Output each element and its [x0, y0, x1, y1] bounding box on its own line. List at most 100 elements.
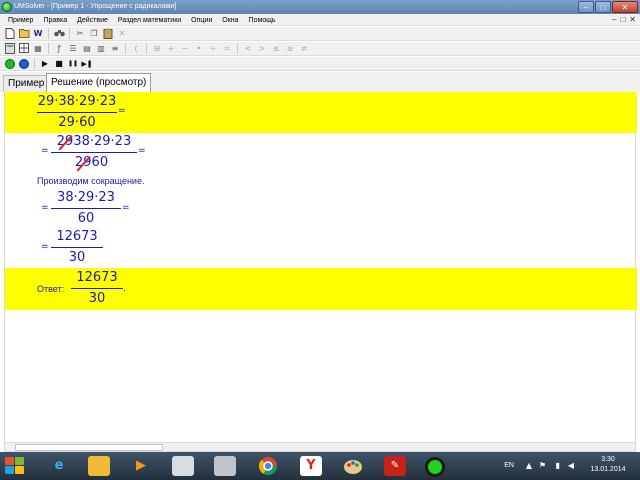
divide-button[interactable]: ÷ [207, 43, 219, 55]
new-doc-icon[interactable] [4, 27, 16, 40]
step3-numerator: 38·29·23 [57, 190, 115, 205]
maximize-button[interactable]: □ [595, 1, 611, 13]
step1-equals: = [118, 106, 126, 116]
step4-equals: = [41, 242, 49, 252]
solution-view: 29·38·29·23 29·60 = = 2938·29·23 2960 = … [4, 92, 637, 442]
menu-action[interactable]: Действие [77, 16, 108, 25]
less-button[interactable]: < [242, 43, 254, 55]
step4-denominator: 30 [68, 250, 86, 265]
tab-example[interactable]: Пример [3, 75, 50, 92]
answer-numerator: 12673 [76, 270, 118, 285]
function-icon[interactable]: ƒ [53, 43, 65, 55]
step2-equals-left: = [41, 146, 49, 156]
answer-denominator: 30 [88, 291, 106, 306]
flag-icon[interactable]: ⚑ [539, 461, 546, 470]
matrix-icon[interactable]: ▦ [32, 43, 44, 55]
paste-icon[interactable] [102, 28, 114, 40]
minimize-button[interactable]: – [578, 1, 594, 13]
paint-icon[interactable] [342, 456, 364, 476]
greater-equal-button[interactable]: ≥ [284, 43, 296, 55]
show-hidden-icon[interactable]: ▲ [526, 461, 532, 470]
main-toolbar: W ✂ ❐ ✕ [0, 27, 640, 41]
app-icon [2, 2, 12, 12]
answer-fraction: 12673 30 [71, 270, 123, 307]
umsolver-icon[interactable] [424, 456, 446, 477]
green-circle-icon[interactable] [5, 58, 15, 69]
horizontal-scrollbar[interactable] [4, 442, 636, 452]
not-equal-button[interactable]: ≠ [298, 43, 310, 55]
plus-button[interactable]: + [165, 43, 177, 55]
answer-label: Ответ: [37, 284, 65, 294]
run-toolbar: ▶ ■ ❚❚ ▶❚ [0, 57, 640, 71]
step1-numerator: 29·38·29·23 [37, 94, 117, 109]
volume-icon[interactable]: ◀ [568, 461, 574, 470]
network-icon[interactable]: ▮ [556, 461, 560, 470]
language-indicator[interactable]: EN [504, 462, 514, 469]
media-player-icon[interactable]: ▶ [130, 456, 152, 476]
clock-time: 3:30 [601, 456, 615, 463]
mdi-close-button[interactable]: ✕ [629, 15, 636, 25]
window-title: UMSolver - [Пример 1 - Упрощение с радик… [14, 3, 177, 10]
cut-icon[interactable]: ✂ [74, 28, 86, 40]
menu-help[interactable]: Помощь [249, 16, 276, 25]
chrome-icon[interactable] [257, 456, 279, 476]
sum-icon[interactable]: ⊞ [151, 43, 163, 55]
title-bar: UMSolver - [Пример 1 - Упрощение с радик… [0, 0, 640, 14]
delete-icon[interactable]: ✕ [116, 28, 128, 40]
greater-button[interactable]: > [256, 43, 268, 55]
binoculars-icon[interactable] [53, 28, 65, 40]
step3-denominator: 60 [77, 211, 95, 226]
close-button[interactable]: ✕ [612, 1, 638, 13]
folder-icon[interactable] [88, 456, 110, 476]
calculator-icon[interactable] [4, 42, 16, 55]
math-toolbar: ▦ ƒ ☰ ▤ ▥ ≡ ( ⊞ + − • ÷ = < > ≤ ≥ ≠ [0, 42, 640, 56]
step-icon[interactable]: ▶❚ [81, 58, 93, 70]
yandex-icon[interactable]: Y [300, 456, 322, 476]
calculator-icon[interactable] [172, 456, 194, 476]
menu-windows[interactable]: Окна [222, 16, 238, 25]
blue-circle-icon[interactable] [19, 58, 29, 69]
step3-equals-right: = [122, 203, 130, 213]
clock[interactable]: 3:30 13.01.2014 [586, 455, 630, 475]
tab-solution-view[interactable]: Решение (просмотр) [46, 73, 152, 92]
windows-logo-icon[interactable] [4, 456, 26, 476]
text-icon[interactable]: ≡ [109, 43, 121, 55]
clock-date: 13.01.2014 [590, 466, 626, 473]
chart-icon[interactable]: ▥ [95, 43, 107, 55]
answer-period: . [123, 284, 126, 294]
mdi-minimize-button[interactable]: – [612, 15, 616, 25]
struck-factor: 29 [75, 155, 92, 170]
step2-fraction: 2938·29·23 2960 [51, 134, 137, 171]
paren-button[interactable]: ( [130, 43, 142, 55]
pause-icon[interactable]: ❚❚ [67, 58, 79, 70]
menu-options[interactable]: Опции [191, 16, 212, 25]
open-icon[interactable] [18, 28, 30, 40]
step2-denominator: 2960 [75, 155, 109, 170]
grid-icon[interactable] [18, 42, 30, 55]
list-icon[interactable]: ☰ [67, 43, 79, 55]
copy-icon[interactable]: ❐ [88, 28, 100, 40]
notepad-icon[interactable] [214, 456, 236, 476]
ie-icon[interactable]: e [48, 456, 70, 476]
menu-example[interactable]: Пример [8, 16, 33, 25]
step2-numerator: 2938·29·23 [56, 134, 132, 149]
multiply-button[interactable]: • [193, 43, 205, 55]
step1-denominator: 29·60 [58, 115, 96, 130]
taskbar: e ▶ Y ✎ EN ▲ ⚑ ▮ ◀ 3:30 13.01.2014 [0, 452, 640, 480]
struck-factor: 29 [56, 134, 74, 149]
mdi-restore-button[interactable]: □ [620, 15, 625, 25]
equals-button[interactable]: = [221, 43, 233, 55]
stop-icon[interactable]: ■ [53, 58, 65, 70]
play-icon[interactable]: ▶ [39, 58, 51, 70]
scrollbar-thumb[interactable] [15, 444, 163, 451]
word-icon[interactable]: W [32, 28, 44, 40]
minus-button[interactable]: − [179, 43, 191, 55]
pdf-icon[interactable]: ✎ [384, 456, 406, 476]
reduction-note: Производим сокращение. [37, 176, 145, 186]
table-icon[interactable]: ▤ [81, 43, 93, 55]
menu-edit[interactable]: Правка [43, 16, 67, 25]
less-equal-button[interactable]: ≤ [270, 43, 282, 55]
menu-math-section[interactable]: Раздел математики [118, 16, 181, 25]
step3-equals-left: = [41, 203, 49, 213]
menu-bar: Пример Правка Действие Раздел математики… [0, 14, 640, 26]
